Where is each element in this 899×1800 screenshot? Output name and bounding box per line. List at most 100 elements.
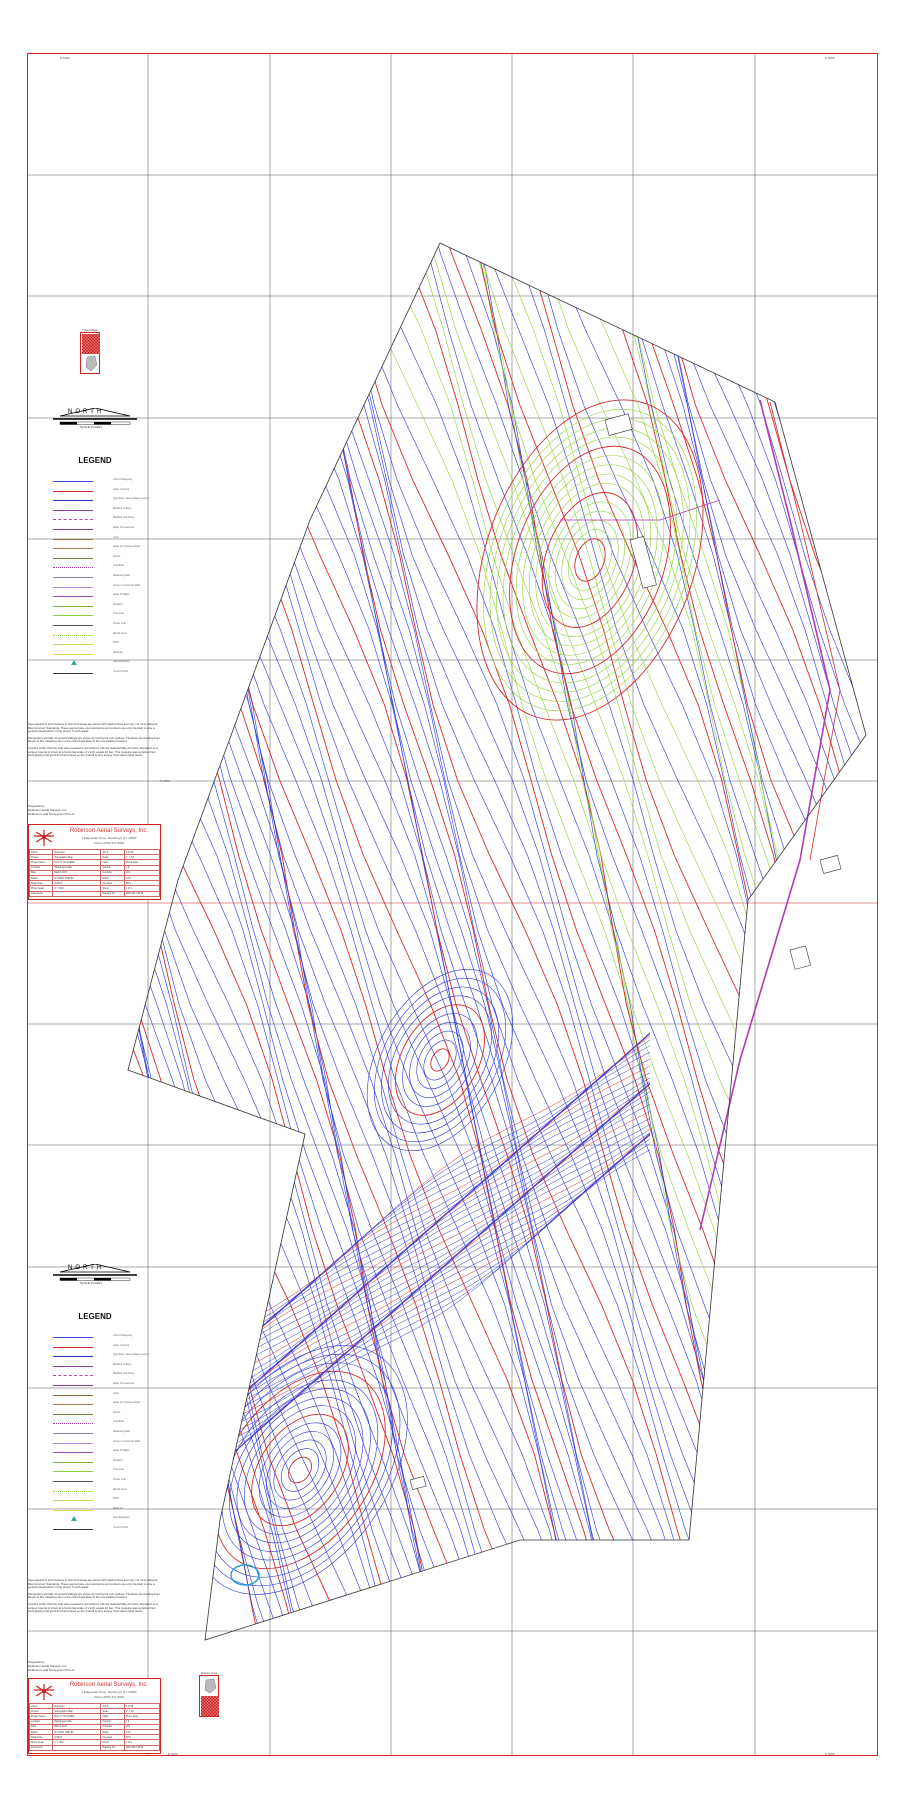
legend-label: Building Outline — [113, 1362, 132, 1366]
legend-label: Tree Line — [113, 1468, 124, 1472]
grid-label-bottom-left: E 1000 — [168, 1752, 178, 1756]
legend-label: Building Outline — [113, 506, 132, 510]
legend-symbol — [53, 1461, 93, 1463]
legend-label: Index Contour — [113, 487, 130, 491]
grid-label-bottom-right: E 1000 — [825, 1752, 835, 1756]
legend-title: LEGEND — [78, 1312, 112, 1321]
legend-symbol — [53, 1490, 93, 1492]
legend-label: Guardrail — [113, 1420, 124, 1424]
company-logo-icon — [34, 1684, 54, 1700]
legend-label: Retaining Wall — [113, 574, 130, 577]
legend-label: Fence — [113, 554, 121, 558]
legend-label: Stone or Concrete Wall — [113, 1439, 140, 1443]
key-map-top: Index Maps — [80, 328, 100, 374]
legend-label: Wetland — [113, 602, 123, 606]
legend-label: Marsh Area — [113, 631, 127, 635]
legend-row: Tree Line — [53, 1468, 153, 1474]
legend-row: Spot Elevation — [53, 660, 153, 666]
legend-label: Control Point — [113, 1526, 128, 1529]
legend-row: Stone or Concrete Wall — [53, 584, 153, 590]
title-block-row: Comments Drawing No. RAS-2017-0418 — [28, 890, 161, 897]
legend-row: Edge of Unpaved Road — [53, 1401, 153, 1407]
legend-row: Curb — [53, 1392, 153, 1398]
legend-label: Tree Line — [113, 612, 124, 616]
legend-label: Edge of Unpaved Road — [113, 545, 140, 549]
legend-label: Fence — [113, 1410, 121, 1414]
legend-row: Wetland — [53, 1459, 153, 1465]
north-arrow-label: NORTH — [68, 1265, 105, 1271]
title-block-cell: Drawing No. — [100, 890, 125, 897]
legend-row: Guardrail — [53, 564, 153, 570]
title-block-table: Client Robinson Job #5 of 58 Project Topogra… — [28, 1702, 161, 1751]
legend-symbol — [53, 673, 93, 674]
key-map-label: Index Maps — [82, 328, 98, 332]
legend-label: Spot Elevation — [113, 660, 130, 664]
legend-label: Curb — [113, 1391, 119, 1395]
note-obscured-areas: Spot elevations and contours in obscured… — [28, 1578, 158, 1590]
note-certification: I hereby certify that this map was prepa… — [28, 1601, 158, 1614]
company-phone: Phone (845) 471-8000 — [93, 1695, 125, 1699]
legend-row: Tree Line — [53, 612, 153, 618]
legend-symbol — [53, 596, 93, 598]
legend-symbol — [53, 1404, 93, 1406]
legend-label: Retaining Wall — [113, 1430, 130, 1433]
legend-symbol — [53, 519, 93, 521]
scale-bar-label: SCALE IN FEET — [80, 1281, 103, 1285]
legend-row: Railroad — [53, 1507, 153, 1513]
legend-symbol — [53, 586, 93, 588]
legend-label: Building Overhang — [113, 1372, 135, 1376]
legend-label: Guardrail — [113, 564, 124, 568]
legend-symbol — [53, 1356, 93, 1358]
legend-label: Power Line — [113, 1478, 126, 1481]
legend-label: Limit of Mapping — [113, 478, 133, 481]
prepared-by: Prepared by: Robinson Aerial Surveys, In… — [28, 804, 162, 816]
legend-row: Control Point — [53, 1526, 153, 1532]
title-block-cell: Drawing No. — [100, 1744, 125, 1751]
legend-label: Limit of Mapping — [113, 1334, 133, 1337]
scale-bar-label: SCALE IN FEET — [80, 425, 103, 429]
legend-symbol — [53, 509, 93, 511]
note-building-outlines: Photogrammetrically compiled buildings a… — [28, 735, 160, 744]
legend-symbol — [71, 660, 77, 666]
legend-row: Fence — [53, 555, 153, 561]
title-block-bottom: Robinson Aerial Surveys, Inc. 1 Edgewate… — [28, 1678, 161, 1754]
legend-symbol — [53, 1500, 93, 1502]
key-map-graphic — [82, 334, 100, 372]
legend-symbol — [53, 481, 93, 482]
legend-symbol — [53, 625, 93, 626]
company-address: 1 Edgewater Drive, Newburgh, NY 12550 — [81, 836, 137, 840]
legend-row: Edge of Water — [53, 1449, 153, 1455]
legend-row: Spot Elev. Intermediate Contour — [53, 1353, 153, 1359]
title-block-cell: Comments — [28, 890, 54, 897]
legend-row: Marsh Area — [53, 632, 153, 638]
legend-label: Edge of Pavement — [113, 526, 135, 529]
key-map-graphic — [201, 1678, 219, 1716]
legend-symbol — [53, 1375, 93, 1377]
title-block-cell — [52, 890, 102, 897]
company-name: Robinson Aerial Surveys, Inc. — [69, 828, 149, 834]
key-map-label: Master Area — [200, 1671, 218, 1675]
legend-symbol — [53, 1423, 93, 1425]
legend-symbol — [53, 1442, 93, 1444]
legend-row: Fence — [53, 1411, 153, 1417]
grid-label-mid: N 1000 — [160, 779, 170, 783]
sheet-border — [27, 53, 878, 1756]
legend-label: Curb — [113, 535, 119, 539]
company-name: Robinson Aerial Surveys, Inc. — [69, 1682, 149, 1688]
title-block-top: Robinson Aerial Surveys, Inc. 1 Edgewate… — [28, 824, 161, 900]
legend-symbol — [53, 1365, 93, 1367]
legend-symbol — [53, 1529, 93, 1530]
key-map-box — [199, 1675, 219, 1717]
legend-label: Marsh Area — [113, 1487, 127, 1491]
map-notes: Spot elevations and contours in obscured… — [28, 722, 162, 758]
legend-symbol — [53, 615, 93, 617]
key-map-box — [80, 332, 100, 374]
legend-row: Edge of Water — [53, 593, 153, 599]
legend-symbol — [53, 1413, 93, 1415]
legend-row: Retaining Wall — [53, 574, 153, 580]
legend-row: Edge of Pavement — [53, 1382, 153, 1388]
legend-label: Edge of Pavement — [113, 1382, 135, 1385]
legend-label: Edge of Water — [113, 593, 130, 597]
legend-label: Ditch — [113, 641, 119, 645]
legend-row: Building Outline — [53, 1363, 153, 1369]
